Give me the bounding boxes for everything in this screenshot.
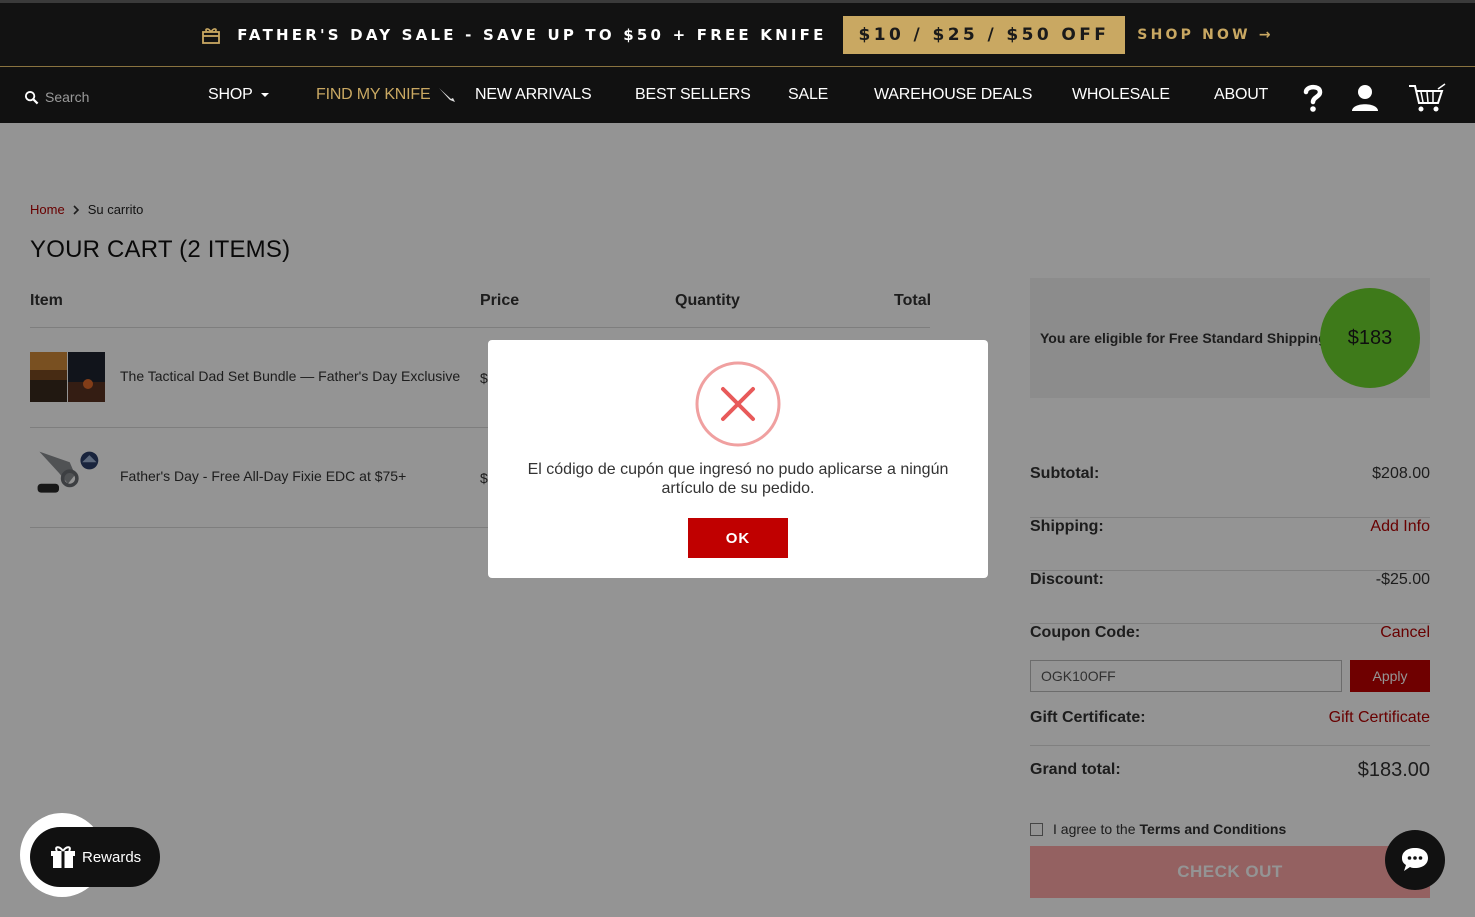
rewards-label: Rewards [82,848,142,866]
nav-about[interactable]: ABOUT [1214,86,1268,104]
error-modal: El código de cupón que ingresó no pudo a… [488,340,988,578]
account-icon[interactable] [1350,83,1380,113]
caret-down-icon [260,92,269,97]
nav-find-my-knife[interactable]: FIND MY KNIFE [316,86,456,104]
promo-text: FATHER'S DAY SALE - SAVE UP TO $50 + FRE… [237,25,827,44]
promo-badge[interactable]: $10 / $25 / $50 OFF [842,15,1126,54]
gift-box-icon [202,27,221,44]
chat-button[interactable] [1385,830,1445,890]
error-x-icon [695,361,781,447]
nav-shop-label: SHOP [208,86,253,103]
nav-find-my-knife-label: FIND MY KNIFE [316,86,431,103]
knife-icon [439,87,456,102]
rewards-button[interactable]: Rewards [30,827,160,887]
promo-bar: FATHER'S DAY SALE - SAVE UP TO $50 + FRE… [0,0,1475,67]
cart-icon[interactable] [1408,83,1446,113]
chat-bubble-icon [1402,848,1428,871]
shop-now-link[interactable]: SHOP NOW → [1137,27,1274,43]
nav-wholesale[interactable]: WHOLESALE [1072,86,1170,104]
search-input[interactable] [45,89,165,105]
modal-message: El código de cupón que ingresó no pudo a… [527,461,949,497]
nav-best-sellers[interactable]: BEST SELLERS [635,86,751,104]
main-nav: SHOP FIND MY KNIFE NEW ARRIVALS BEST SEL… [0,67,1475,123]
nav-sale[interactable]: SALE [788,86,828,104]
help-icon[interactable] [1302,83,1324,113]
nav-warehouse-deals[interactable]: WAREHOUSE DEALS [874,86,1032,104]
nav-shop[interactable]: SHOP [208,86,270,104]
ok-button[interactable]: OK [688,518,788,558]
search-icon[interactable] [24,90,39,105]
gift-icon [51,846,75,868]
nav-new-arrivals[interactable]: NEW ARRIVALS [475,86,592,104]
search-box[interactable] [24,89,165,105]
